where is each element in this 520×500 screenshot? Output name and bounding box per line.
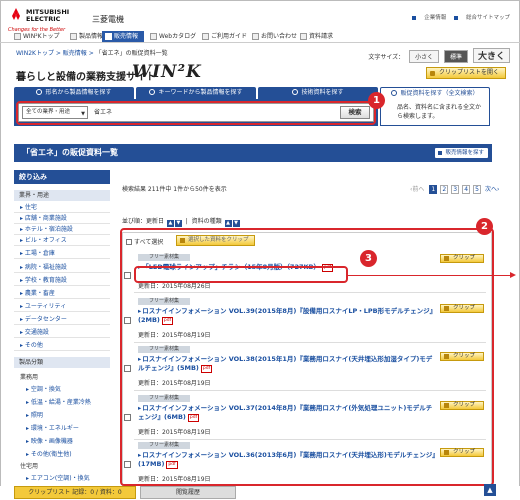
filter-item-lowtemp[interactable]: ▸ 低温・給湯・産業冷熱 [14, 397, 110, 408]
filter-group-business: 業務用 [20, 374, 39, 381]
breadcrumb: WIN2Kトップ > 販売情報 > 「省エネ」の販促資料一覧 [16, 50, 168, 57]
sort-asc-icon[interactable]: ▲ [166, 220, 174, 227]
sort-type-asc-icon[interactable]: ▲ [224, 220, 232, 227]
filter-item-aircon[interactable]: ▸ 空調・換気 [14, 384, 110, 395]
header-link-corporate[interactable]: 企業情報 [412, 15, 446, 21]
list-title: 「省エネ」の販促資料一覧 [22, 148, 118, 157]
filter-item-hotel[interactable]: ▸ ホテル・宿泊施設 [14, 224, 110, 235]
filter-item-transport[interactable]: ▸ 交通施設 [14, 327, 110, 338]
mail-icon [252, 33, 259, 40]
site-name: 三菱電機 [92, 15, 124, 24]
filter-item-datacenter[interactable]: ▸ データセンター [14, 314, 110, 325]
breadcrumb-top[interactable]: WIN2Kトップ [16, 50, 54, 57]
filter-item-energy[interactable]: ▸ 環境・エネルギー [14, 423, 110, 434]
annotation-box-3 [134, 266, 348, 283]
annotation-badge-2: 2 [476, 218, 493, 235]
nav-tab-contact[interactable]: お問い合わせ [252, 31, 297, 42]
pagination: ‹前へ 1 2 3 4 5 次へ› [410, 184, 499, 194]
sort-by-date-label: 並び順：更新日 [122, 218, 165, 225]
font-size-large[interactable]: 大きく [472, 48, 510, 63]
filter-item-agriculture[interactable]: ▸ 農業・畜産 [14, 288, 110, 299]
pager-page-3[interactable]: 3 [451, 185, 460, 194]
filter-item-store[interactable]: ▸ 店舗・商業施設 [14, 213, 110, 224]
font-size-label: 文字サイズ： [368, 54, 405, 61]
filter-item-school[interactable]: ▸ 学校・教育施設 [14, 275, 110, 286]
header-link-sitemap[interactable]: 総合サイトマップ [453, 15, 510, 21]
filter-item-utility[interactable]: ▸ ユーティリティ [14, 301, 110, 312]
filter-title: 絞り込み [14, 170, 110, 184]
annotation-arrow-head [510, 272, 516, 278]
sort-desc-icon[interactable]: ▼ [174, 220, 182, 227]
sales-icon [105, 33, 112, 40]
result-summary: 検索結果 211件中 1件から50件を表示 [122, 186, 227, 193]
search-tab-technical[interactable]: 技術資料を探す [258, 87, 378, 99]
pager-page-4[interactable]: 4 [462, 185, 471, 194]
font-size-switcher: 文字サイズ： 小さく 標準 大きく [368, 48, 510, 63]
radio-icon [292, 89, 299, 95]
annotation-arrow [348, 275, 512, 276]
nav-tab-top[interactable]: WIN²Kトップ [14, 31, 60, 42]
open-clip-list-button[interactable]: クリップリストを開く [425, 67, 506, 79]
sort-controls: 並び順：更新日 ▲ ▼ | 資料の種類 ▲ ▼ [122, 218, 240, 227]
filter-item-video[interactable]: ▸ 映像・画像機器 [14, 436, 110, 447]
product-icon [70, 33, 77, 40]
history-tab[interactable]: 閲覧履歴 [140, 486, 236, 499]
filter-section-industry: 業界・用途 [14, 190, 110, 201]
filter-item-sanitary[interactable]: ▸ その他(衛生他) [14, 449, 110, 460]
pager-page-1[interactable]: 1 [429, 185, 438, 194]
find-sales-info-button[interactable]: 販売情報を探す [435, 148, 488, 158]
fulltext-note: 品名、資料名に含まれる全文から検索します。 [380, 99, 490, 126]
radio-icon [391, 90, 398, 96]
search-tab-model[interactable]: 形名から製品情報を探す [14, 87, 134, 99]
search-tab-fulltext[interactable]: 販促資料を探す（全文検索） [380, 87, 490, 99]
breadcrumb-current: 「省エネ」の販促資料一覧 [95, 50, 168, 57]
wink-logo: WIN²K [132, 62, 202, 82]
catalog-icon [150, 33, 157, 40]
annotation-badge-1: 1 [368, 92, 385, 109]
filter-item-factory[interactable]: ▸ 工場・倉庫 [14, 248, 110, 259]
pager-next[interactable]: 次へ› [485, 186, 499, 193]
search-tab-keyword[interactable]: キーワードから製品情報を探す [136, 87, 256, 99]
logo-brand: MITSUBISHI ELECTRIC [26, 8, 70, 23]
guide-icon [202, 33, 209, 40]
annotation-badge-3: 3 [360, 250, 377, 267]
filter-item-residential-aircon[interactable]: ▸ エアコン(空調)・換気 [14, 473, 110, 484]
nav-tab-catalog[interactable]: Webカタログ [150, 31, 196, 42]
annotation-box-1 [16, 101, 376, 125]
pager-prev[interactable]: ‹前へ [410, 186, 424, 193]
filter-item-lighting[interactable]: ▸ 照明 [14, 410, 110, 421]
sort-by-type-label: 資料の種類 [191, 218, 222, 225]
pager-page-2[interactable]: 2 [440, 185, 449, 194]
filter-section-product: 製品分類 [14, 357, 110, 368]
filter-item-other[interactable]: ▸ その他 [14, 340, 110, 351]
filter-item-office[interactable]: ▸ ビル・オフィス [14, 235, 110, 246]
header-links: 企業情報 総合サイトマップ [406, 13, 510, 21]
nav-tabs: WIN²Kトップ 製品情報 販売情報 Webカタログ ご利用ガイド お問い合わせ… [0, 30, 520, 43]
nav-tab-products[interactable]: 製品情報 [70, 31, 103, 42]
pager-page-5[interactable]: 5 [473, 185, 482, 194]
three-diamonds-icon [12, 8, 20, 20]
filter-group-residential: 住宅用 [20, 463, 39, 470]
sort-type-desc-icon[interactable]: ▼ [232, 220, 240, 227]
radio-icon [149, 89, 156, 95]
nav-tab-sales[interactable]: 販売情報 [102, 31, 145, 42]
nav-tab-request[interactable]: 資料請求 [300, 31, 333, 42]
clip-list-tab[interactable]: クリップリスト 記録：0 / 資料：0 [14, 486, 136, 499]
scroll-top-icon[interactable]: ▲ [484, 484, 496, 496]
font-size-standard[interactable]: 標準 [444, 50, 469, 63]
home-icon [14, 33, 21, 40]
filter-item-housing[interactable]: ▸ 住宅 [14, 202, 110, 213]
font-size-small[interactable]: 小さく [409, 50, 440, 63]
nav-tab-guide[interactable]: ご利用ガイド [202, 31, 247, 42]
breadcrumb-sales[interactable]: 販売情報 [63, 50, 87, 57]
radio-icon [36, 89, 43, 95]
filter-item-hospital[interactable]: ▸ 病院・福祉施設 [14, 262, 110, 273]
document-icon [300, 33, 307, 40]
